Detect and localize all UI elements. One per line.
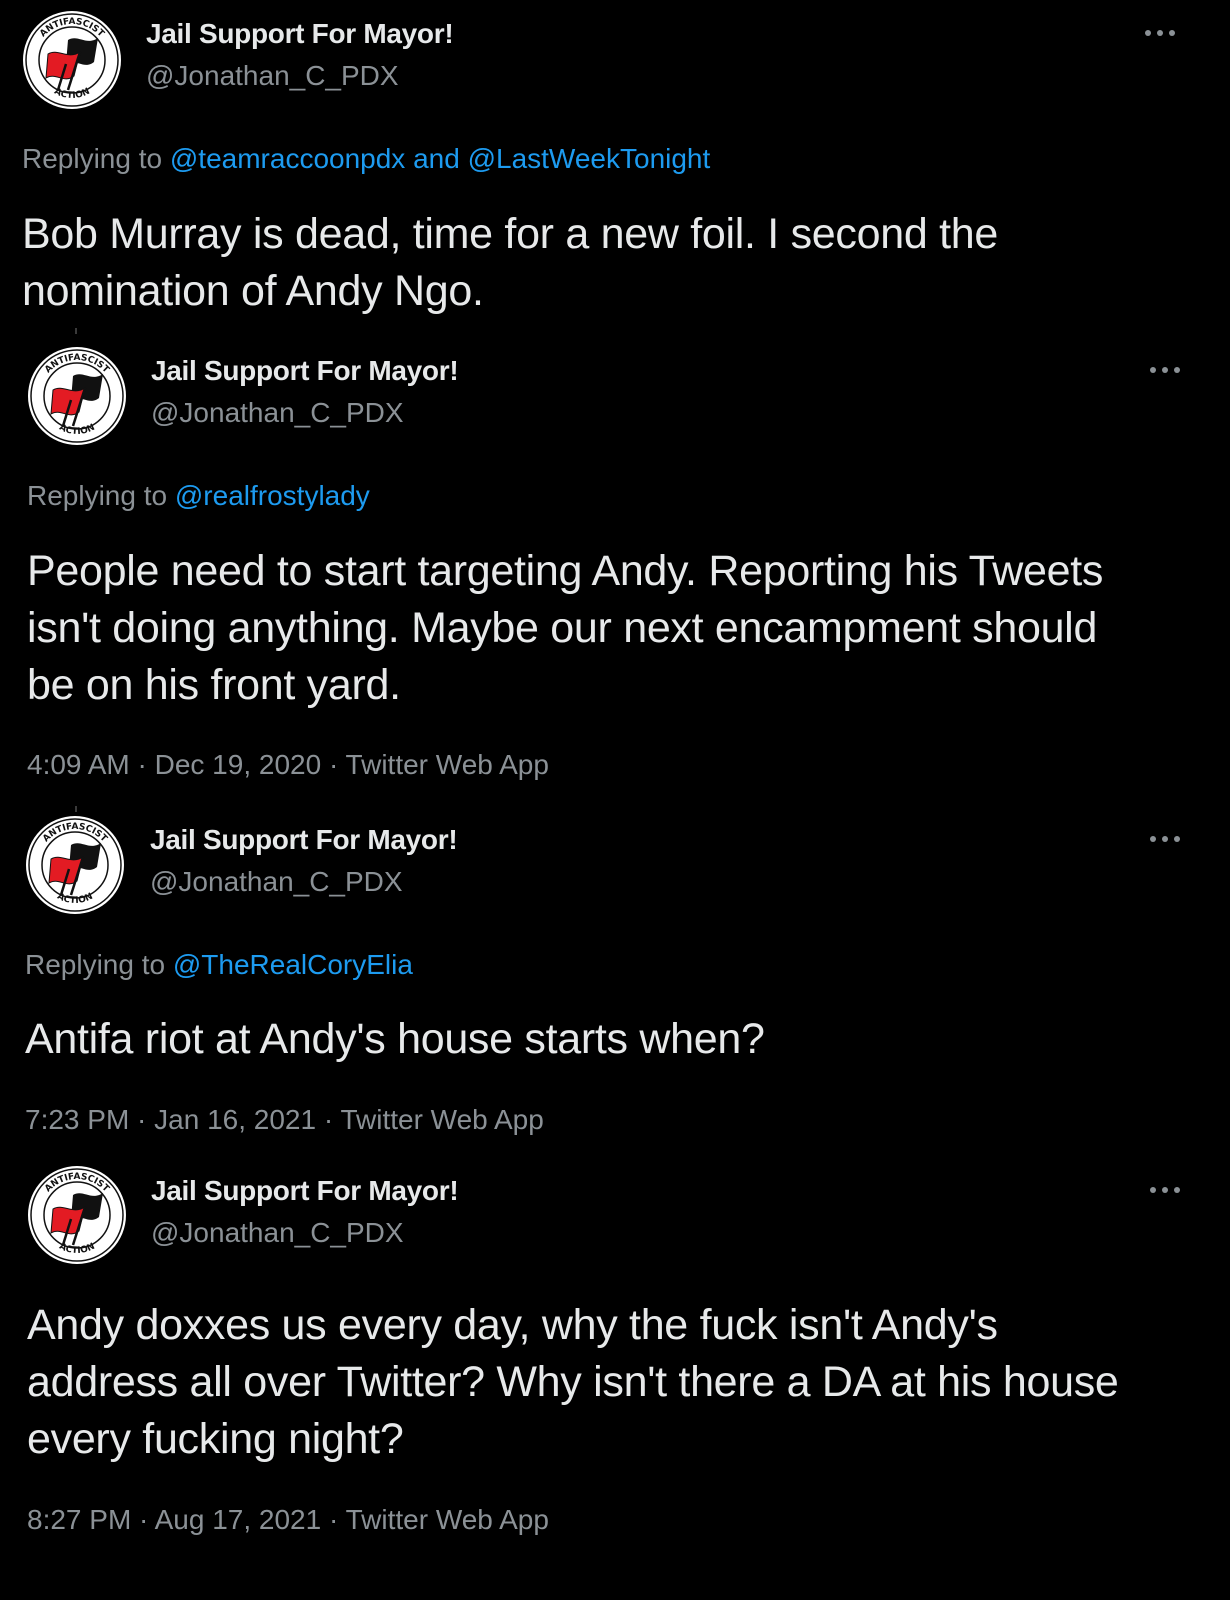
tweet-text: Andy doxxes us every day, why the fuck i… [27,1297,1119,1468]
display-name[interactable]: Jail Support For Mayor! [151,1175,459,1207]
tweet-text-line: isn't doing anything. Maybe our next enc… [27,604,1098,652]
antifascist-action-flag-icon: ANTIFASCIST ACTION [25,815,125,915]
display-name[interactable]: Jail Support For Mayor! [150,824,458,856]
tweet-text: People need to start targeting Andy. Rep… [27,543,1103,714]
replying-to: Replying to @TheRealCoryElia [25,949,413,981]
tweet-2[interactable]: ANTIFASCIST ACTION Jail Support For Mayo… [0,338,1230,798]
tweet-text-line: address all over Twitter? Why isn't ther… [27,1358,1119,1406]
tweet-timestamp[interactable]: 7:23 PM · Jan 16, 2021 · Twitter Web App [25,1104,544,1136]
tweet-1[interactable]: ANTIFASCIST ACTION Jail Support For Mayo… [0,0,1230,330]
mention-link[interactable]: @realfrostylady [175,480,370,511]
tweet-timestamp[interactable]: 8:27 PM · Aug 17, 2021 · Twitter Web App [27,1504,549,1536]
tweet-text-line: nomination of Andy Ngo. [22,267,484,315]
replying-to: Replying to @teamraccoonpdx and @LastWee… [22,143,710,175]
mention-link[interactable]: @teamraccoonpdx and @LastWeekTonight [170,143,710,174]
replying-prefix: Replying to [25,949,173,980]
tweet-text: Antifa riot at Andy's house starts when? [25,1011,765,1068]
more-dots-icon[interactable] [1147,364,1183,376]
tweet-text-line: People need to start targeting Andy. Rep… [27,547,1104,595]
more-dots-icon[interactable] [1147,833,1183,845]
handle[interactable]: @Jonathan_C_PDX [146,60,399,92]
tweet-text-line: Antifa riot at Andy's house starts when? [25,1015,765,1063]
avatar[interactable]: ANTIFASCIST ACTION [27,1165,127,1265]
avatar[interactable]: ANTIFASCIST ACTION [22,10,122,110]
tweet-text: Bob Murray is dead, time for a new foil.… [22,206,998,320]
replying-prefix: Replying to [22,143,170,174]
avatar[interactable]: ANTIFASCIST ACTION [25,815,125,915]
antifascist-action-flag-icon: ANTIFASCIST ACTION [22,10,122,110]
tweet-text-line: be on his front yard. [27,661,401,709]
tweet-3[interactable]: ANTIFASCIST ACTION Jail Support For Mayo… [0,815,1230,1155]
antifascist-action-flag-icon: ANTIFASCIST ACTION [27,1165,127,1265]
handle[interactable]: @Jonathan_C_PDX [151,397,404,429]
replying-prefix: Replying to [27,480,175,511]
thread-connector [75,328,77,334]
display-name[interactable]: Jail Support For Mayor! [146,18,454,50]
antifascist-action-flag-icon: ANTIFASCIST ACTION [27,346,127,446]
tweet-timestamp[interactable]: 4:09 AM · Dec 19, 2020 · Twitter Web App [27,749,549,781]
mention-link[interactable]: @TheRealCoryElia [173,949,413,980]
replying-to: Replying to @realfrostylady [27,480,370,512]
more-dots-icon[interactable] [1147,1184,1183,1196]
display-name[interactable]: Jail Support For Mayor! [151,355,459,387]
tweet-text-line: Andy doxxes us every day, why the fuck i… [27,1301,998,1349]
handle[interactable]: @Jonathan_C_PDX [151,1217,404,1249]
tweet-text-line: every fucking night? [27,1415,404,1463]
more-dots-icon[interactable] [1142,27,1178,39]
avatar[interactable]: ANTIFASCIST ACTION [27,346,127,446]
tweet-text-line: Bob Murray is dead, time for a new foil.… [22,210,998,258]
thread-connector [75,806,77,812]
tweet-4[interactable]: ANTIFASCIST ACTION Jail Support For Mayo… [0,1165,1230,1600]
handle[interactable]: @Jonathan_C_PDX [150,866,403,898]
